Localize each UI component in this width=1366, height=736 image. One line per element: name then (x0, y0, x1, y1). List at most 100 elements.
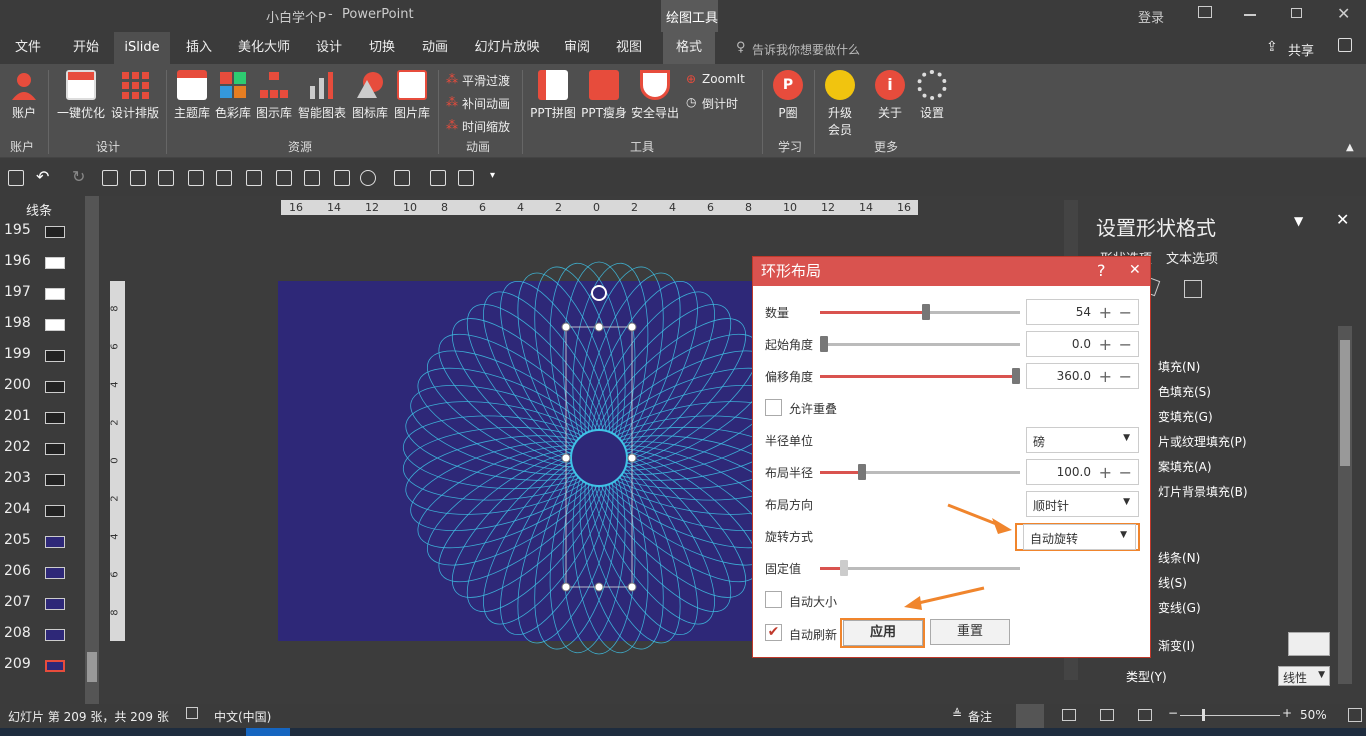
tab-animation[interactable]: 动画 (414, 32, 456, 64)
zoomit-button[interactable]: ZoomIt (702, 72, 745, 86)
align-center-icon[interactable] (246, 170, 262, 186)
start-angle-slider[interactable] (820, 336, 1020, 352)
help-icon[interactable]: ? (1097, 261, 1106, 280)
select-icon[interactable] (216, 170, 232, 186)
thumb-section-header[interactable]: 线条 (26, 200, 52, 219)
spellcheck-icon[interactable] (186, 707, 198, 719)
count-input[interactable]: 54 + − (1026, 299, 1139, 325)
save-icon[interactable] (8, 170, 24, 186)
radius-input[interactable]: 100.0 + − (1026, 459, 1139, 485)
plus-icon[interactable]: + (1099, 367, 1112, 386)
color-library-button[interactable]: 色彩库 (213, 70, 253, 121)
count-slider[interactable] (820, 304, 1020, 320)
slider-thumb[interactable] (922, 304, 930, 320)
radius-unit-select[interactable]: 磅 ▼ (1026, 427, 1139, 453)
pane-scrollbar[interactable] (1338, 326, 1352, 684)
design-layout-button[interactable]: 设计排版 (110, 70, 160, 121)
resize-handle[interactable] (561, 322, 571, 332)
resize-handle[interactable] (561, 582, 571, 592)
slide-thumbnail-active[interactable] (45, 660, 65, 672)
zoom-slider[interactable] (1180, 709, 1280, 721)
account-button[interactable]: 账户 (6, 70, 42, 121)
tween-animation-button[interactable]: 补间动画 (462, 95, 510, 112)
direction-select[interactable]: 顺时针 ▼ (1026, 491, 1139, 517)
normal-view-button[interactable] (1016, 704, 1044, 728)
minus-icon[interactable]: − (1119, 303, 1132, 322)
line-option[interactable]: 线条(N) (1158, 549, 1200, 566)
line-option[interactable]: 线(S) (1158, 574, 1187, 591)
tab-design[interactable]: 设计 (308, 32, 350, 64)
fill-option[interactable]: 片或纹理填充(P) (1158, 433, 1247, 450)
slide-thumbnail[interactable] (45, 350, 65, 362)
auto-size-checkbox[interactable] (765, 591, 782, 608)
tab-home[interactable]: 开始 (62, 32, 110, 64)
collapse-ribbon-icon[interactable]: ▲ (1346, 142, 1354, 153)
fit-window-icon[interactable] (1348, 708, 1362, 722)
share-button[interactable]: 共享 (1288, 40, 1314, 59)
pane-options-icon[interactable]: ▼ (1294, 214, 1303, 228)
resize-handle[interactable] (594, 582, 604, 592)
share-icon[interactable]: ⇪ (1266, 39, 1278, 55)
notes-icon[interactable]: ≜ (952, 707, 962, 721)
slide-thumbnail[interactable] (45, 474, 65, 486)
theme-library-button[interactable]: 主题库 (172, 70, 212, 121)
minus-icon[interactable]: − (1119, 335, 1132, 354)
align-middle-icon[interactable] (276, 170, 292, 186)
upgrade-member-button[interactable]: 升级 会员 (820, 70, 860, 138)
start-angle-input[interactable]: 0.0 + − (1026, 331, 1139, 357)
slide-thumbnail[interactable] (45, 536, 65, 548)
minus-icon[interactable]: − (1119, 463, 1132, 482)
countdown-button[interactable]: 倒计时 (702, 95, 738, 112)
zoom-in-icon[interactable]: + (1282, 706, 1292, 720)
rotate-handle-icon[interactable] (591, 285, 607, 301)
tell-me-input[interactable]: 告诉我你想要做什么 (752, 41, 860, 58)
diagram-library-button[interactable]: 图示库 (254, 70, 294, 121)
shape-fill-icon[interactable] (394, 170, 410, 186)
slideshow-icon[interactable] (1138, 709, 1152, 721)
zoom-out-icon[interactable]: − (1168, 706, 1178, 720)
slide-thumbnail[interactable] (45, 598, 65, 610)
zoom-level[interactable]: 50% (1300, 708, 1327, 722)
group-icon[interactable] (158, 170, 174, 186)
ungroup-icon[interactable] (188, 170, 204, 186)
apply-button[interactable]: 应用 (843, 620, 923, 646)
pane-close-icon[interactable]: ✕ (1336, 210, 1349, 229)
shape-outline-icon[interactable] (360, 170, 376, 186)
dialog-close-icon[interactable]: ✕ (1129, 262, 1141, 278)
line-option[interactable]: 变线(G) (1158, 599, 1201, 616)
radius-slider[interactable] (820, 464, 1020, 480)
ribbon-display-icon[interactable] (1198, 6, 1212, 18)
slide-thumbnail[interactable] (45, 381, 65, 393)
ppt-puzzle-button[interactable]: PPT拼图 (528, 70, 578, 121)
slide-thumbnail[interactable] (45, 629, 65, 641)
reading-view-icon[interactable] (1100, 709, 1114, 721)
p-circle-button[interactable]: P P圈 (770, 70, 806, 121)
reset-button[interactable]: 重置 (930, 619, 1010, 645)
slide-thumbnail[interactable] (45, 443, 65, 455)
resize-handle[interactable] (627, 453, 637, 463)
slider-thumb[interactable] (840, 560, 848, 576)
size-properties-icon[interactable] (1184, 280, 1202, 298)
settings-button[interactable]: 设置 (914, 70, 950, 121)
customize-toolbar-icon[interactable]: ▾ (490, 170, 495, 181)
plus-icon[interactable]: + (1099, 303, 1112, 322)
about-button[interactable]: i 关于 (872, 70, 908, 121)
tab-format[interactable]: 格式 (663, 32, 715, 64)
close-window-icon[interactable]: ✕ (1337, 4, 1350, 23)
slider-thumb[interactable] (1012, 368, 1020, 384)
slider-thumb[interactable] (820, 336, 828, 352)
resize-handle[interactable] (627, 582, 637, 592)
fill-option[interactable]: 灯片背景填充(B) (1158, 483, 1248, 500)
safe-export-button[interactable]: 安全导出 (630, 70, 680, 121)
type-dropdown[interactable]: 线性 ▼ (1278, 666, 1330, 686)
arrange-icon[interactable] (430, 170, 446, 186)
plus-icon[interactable]: + (1099, 463, 1112, 482)
tab-review[interactable]: 审阅 (556, 32, 598, 64)
slide-thumbnail[interactable] (45, 412, 65, 424)
minimize-icon[interactable] (1244, 14, 1256, 16)
fill-option[interactable]: 案填充(A) (1158, 458, 1212, 475)
gradient-preset-dropdown[interactable] (1288, 632, 1330, 656)
notes-button[interactable]: 备注 (968, 708, 992, 725)
login-link[interactable]: 登录 (1138, 7, 1164, 26)
offset-angle-input[interactable]: 360.0 + − (1026, 363, 1139, 389)
